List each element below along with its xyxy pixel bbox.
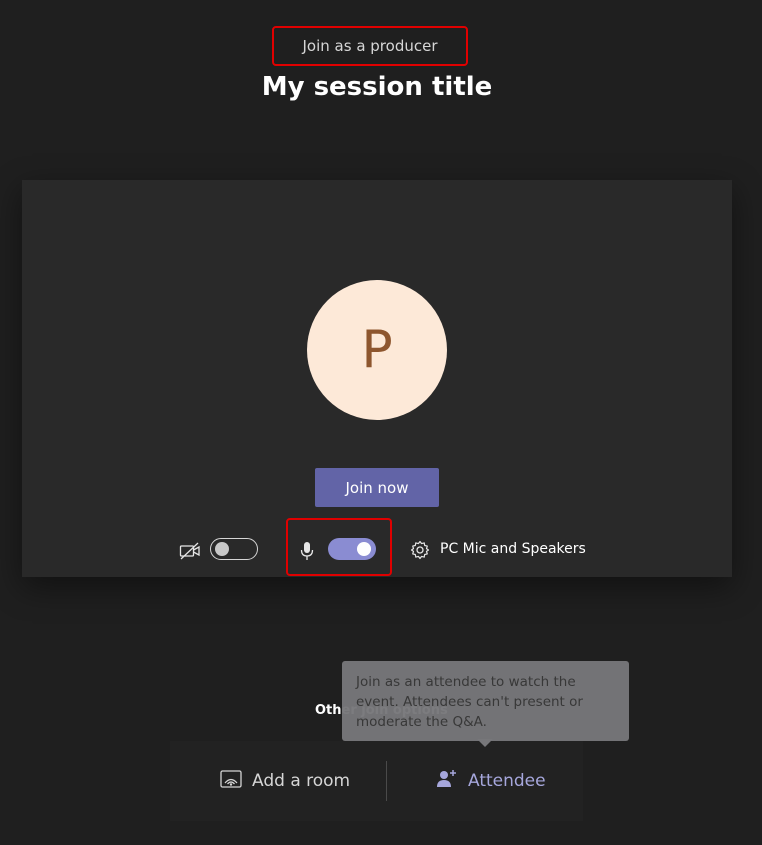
add-room-label: Add a room — [252, 771, 351, 791]
video-preview: P Join now PC Mic and Speakers — [22, 180, 732, 577]
attendee-option[interactable]: Attendee — [436, 741, 546, 821]
join-now-button[interactable]: Join now — [315, 468, 439, 507]
camera-toggle[interactable] — [210, 538, 258, 560]
options-divider — [386, 761, 387, 801]
avatar: P — [307, 280, 447, 420]
gear-icon[interactable] — [408, 538, 432, 562]
person-add-icon — [436, 769, 468, 794]
microphone-toggle[interactable] — [328, 538, 376, 560]
session-title: My session title — [261, 72, 493, 102]
attendee-label: Attendee — [468, 771, 546, 791]
microphone-icon[interactable] — [298, 539, 316, 563]
role-label-highlight: Join as a producer — [272, 26, 468, 66]
camera-toggle-knob — [215, 542, 229, 556]
camera-off-icon[interactable] — [178, 540, 202, 562]
other-join-options-panel: Add a room Attendee — [170, 741, 583, 821]
add-room-option[interactable]: Add a room — [220, 741, 350, 821]
cast-room-icon — [220, 769, 252, 793]
device-settings-label[interactable]: PC Mic and Speakers — [440, 541, 586, 557]
role-label: Join as a producer — [302, 37, 438, 55]
avatar-initial: P — [361, 320, 393, 380]
attendee-tooltip: Join as an attendee to watch the event. … — [342, 661, 629, 741]
tooltip-arrow — [477, 739, 493, 747]
microphone-toggle-knob — [357, 542, 371, 556]
